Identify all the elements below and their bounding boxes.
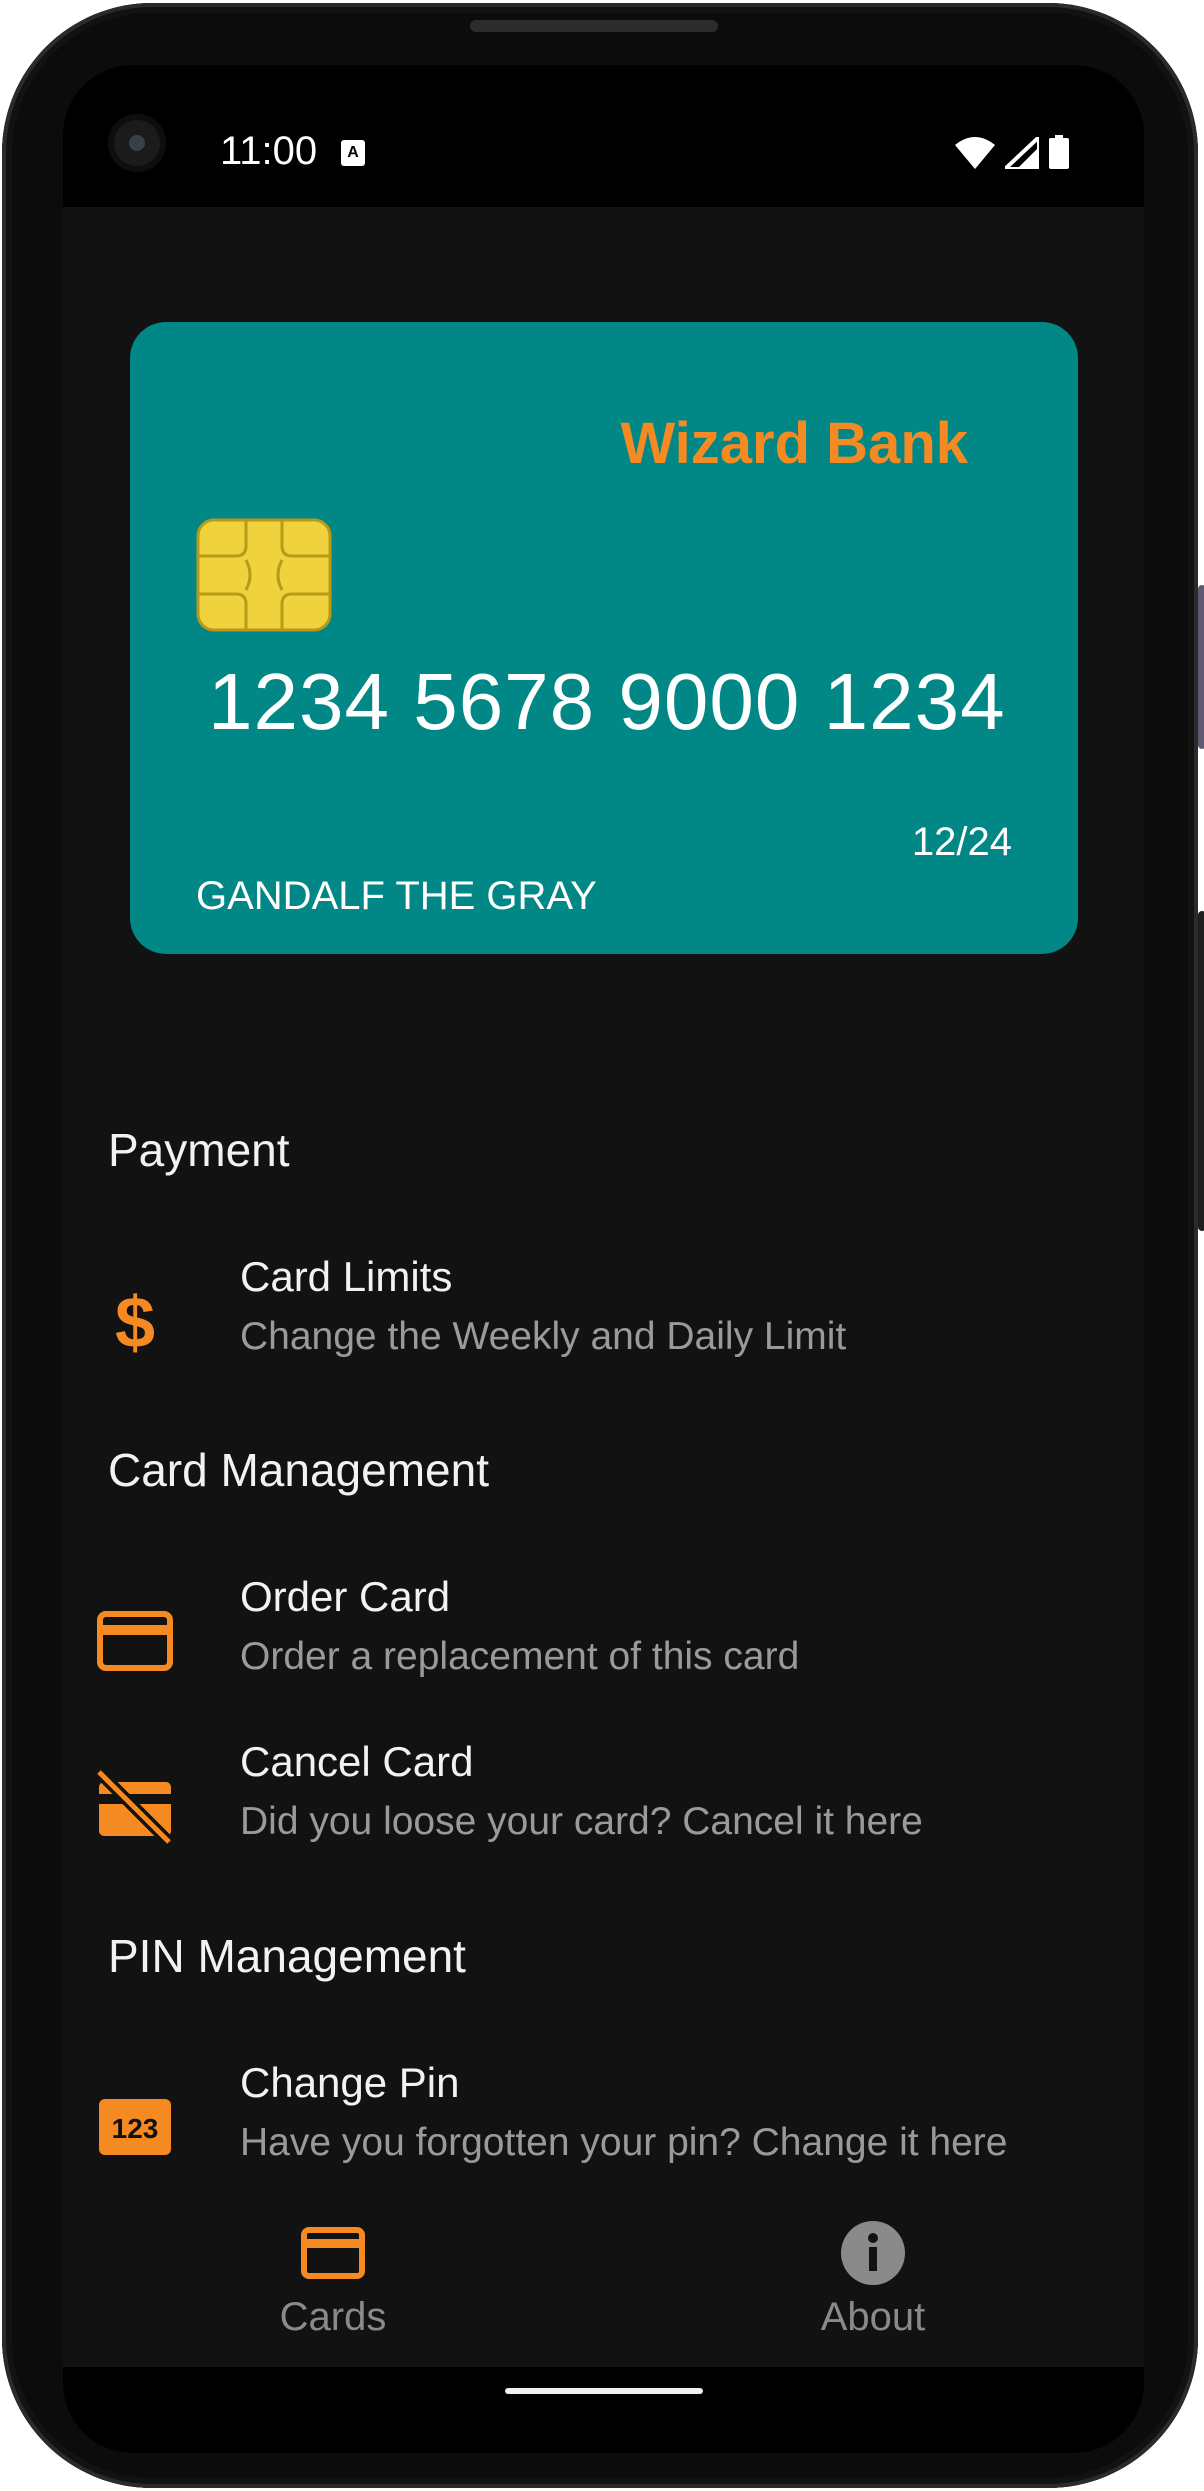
speaker-grille [470,20,718,32]
gesture-area [63,2367,1144,2453]
card-number: 1234 5678 9000 1234 [208,657,1006,746]
card-holder: GANDALF THE GRAY [196,874,597,918]
svg-text:$: $ [115,1285,155,1357]
credit-card-off-icon [95,1766,175,1846]
list-item-cancel-card[interactable]: Cancel Card Did you loose your card? Can… [63,1738,1144,1878]
phone-frame: 11:00 A Wizard Bank 1234 5678 9000 1234 … [2,3,1204,2488]
cellular-signal-icon [1005,137,1039,169]
nav-item-about[interactable]: About [603,2215,1143,2375]
list-item-card-limits[interactable]: $ Card Limits Change the Weekly and Dail… [63,1253,1144,1393]
item-title: Order Card [240,1573,451,1620]
item-subtitle: Have you forgotten your pin? Change it h… [240,2121,1008,2164]
system-icons [955,135,1069,169]
section-title-payment: Payment [108,1124,290,1176]
volume-button [1198,585,1204,749]
list-item-change-pin[interactable]: 123 Change Pin Have you forgotten your p… [63,2059,1144,2199]
pin-123-icon: 123 [95,2087,175,2167]
dollar-icon: $ [95,1281,175,1361]
nav-label: About [820,2295,926,2339]
nav-label: Cards [279,2295,387,2339]
status-bar: 11:00 A [63,65,1144,207]
section-title-card-management: Card Management [108,1444,489,1496]
item-title: Card Limits [240,1253,453,1300]
battery-icon [1049,135,1069,169]
power-button [1198,911,1204,1231]
list-item-order-card[interactable]: Order Card Order a replacement of this c… [63,1573,1144,1713]
home-indicator[interactable] [505,2388,703,2394]
wifi-icon [955,137,995,169]
screen: 11:00 A Wizard Bank 1234 5678 9000 1234 … [63,65,1144,2453]
nav-item-cards[interactable]: Cards [63,2215,603,2375]
item-subtitle: Order a replacement of this card [240,1635,800,1678]
card-chip-icon [196,518,332,632]
credit-card-icon [301,2227,365,2279]
item-title: Cancel Card [240,1738,474,1785]
bank-card[interactable]: Wizard Bank 1234 5678 9000 1234 12/24 GA… [130,322,1078,954]
credit-card-icon [95,1601,175,1681]
card-expiry: 12/24 [911,820,1012,864]
status-time: 11:00 [220,129,318,173]
item-title: Change Pin [240,2059,460,2106]
item-subtitle: Change the Weekly and Daily Limit [240,1315,847,1358]
item-subtitle: Did you loose your card? Cancel it here [240,1800,923,1843]
a-icon: A [341,140,365,166]
bank-name: Wizard Bank [620,411,968,476]
section-title-pin-management: PIN Management [108,1930,466,1982]
svg-text:123: 123 [112,2113,159,2144]
info-icon [841,2221,905,2285]
front-camera [108,114,166,172]
